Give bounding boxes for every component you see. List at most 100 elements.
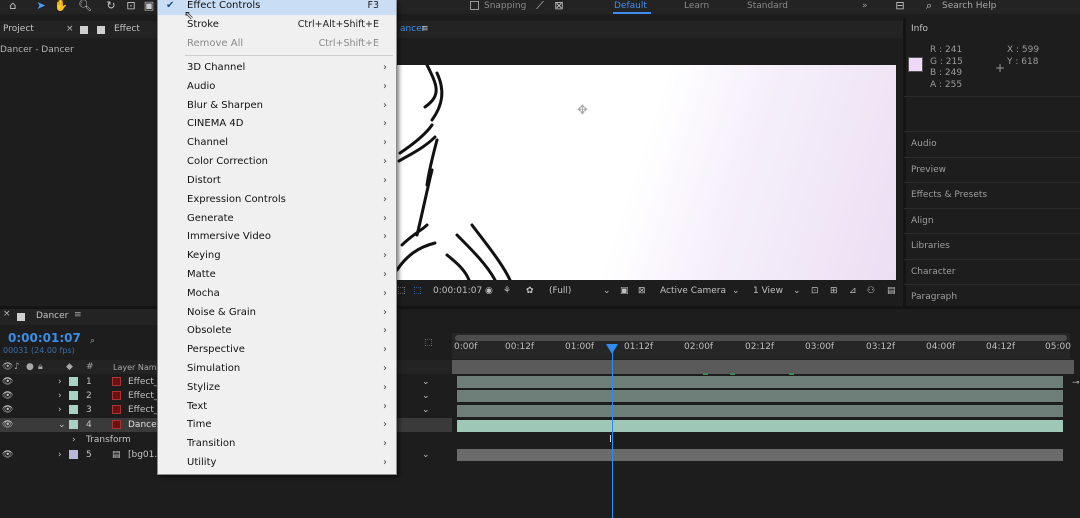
- label-icon[interactable]: ◆: [66, 362, 73, 372]
- workspace-default[interactable]: Default: [614, 0, 647, 12]
- layer-label-color[interactable]: [69, 420, 78, 429]
- selection-tool-icon[interactable]: ➤: [34, 0, 48, 13]
- eye-icon[interactable]: 👁: [2, 418, 13, 432]
- eye-icon[interactable]: 👁: [2, 448, 13, 462]
- keyframe-icon[interactable]: ⊸: [1072, 378, 1080, 388]
- panel-effects-presets[interactable]: Effects & Presets: [911, 190, 987, 200]
- panel-character[interactable]: Character: [911, 267, 955, 277]
- menu-item-channel[interactable]: Channel ›: [158, 133, 396, 152]
- chevron-right-icon[interactable]: ›: [58, 389, 62, 403]
- composition-canvas[interactable]: ✥: [397, 65, 896, 280]
- menu-item-time[interactable]: Time ›: [158, 415, 396, 434]
- menu-item-keying[interactable]: Keying ›: [158, 246, 396, 265]
- layer-bar-selected[interactable]: [457, 420, 1063, 432]
- chevron-right-icon[interactable]: ›: [58, 403, 62, 417]
- layer-bar[interactable]: [457, 390, 1063, 402]
- layer-label-color[interactable]: [69, 391, 78, 400]
- panel-preview[interactable]: Preview: [911, 165, 946, 175]
- menu-item-obsolete[interactable]: Obsolete ›: [158, 321, 396, 340]
- flowchart-icon[interactable]: ⚇: [867, 286, 875, 296]
- chevron-down-icon[interactable]: ⌄: [732, 286, 740, 296]
- panel-libraries[interactable]: Libraries: [911, 241, 950, 251]
- region-icon[interactable]: ⬚: [397, 286, 406, 296]
- workspace-standard[interactable]: Standard: [747, 0, 788, 12]
- work-area-track[interactable]: [452, 360, 1074, 374]
- layer-label-color[interactable]: [69, 450, 78, 459]
- menu-item-perspective[interactable]: Perspective ›: [158, 340, 396, 359]
- menu-item-simulation[interactable]: Simulation ›: [158, 359, 396, 378]
- layer-name-header[interactable]: Layer Name: [113, 363, 161, 372]
- menu-item-remove-all[interactable]: Remove All Ctrl+Shift+E: [158, 34, 396, 53]
- anchor-point-icon[interactable]: ✥: [577, 103, 588, 118]
- panel-paragraph[interactable]: Paragraph: [911, 292, 957, 302]
- search-icon[interactable]: ⌕: [922, 0, 936, 13]
- pan-tool-icon[interactable]: ▣: [142, 0, 156, 13]
- show-snapshot-icon[interactable]: ⚘: [503, 286, 511, 296]
- layer-bar[interactable]: [457, 449, 1063, 461]
- graph-editor-icon[interactable]: ⬚: [424, 338, 433, 348]
- chevron-down-icon[interactable]: ⌄: [422, 389, 430, 403]
- chevron-right-icon[interactable]: ›: [58, 375, 62, 389]
- chevron-down-icon[interactable]: ⌄: [793, 286, 801, 296]
- snap-options-icon[interactable]: ⊠: [552, 0, 566, 13]
- fast-previews-icon[interactable]: ▣: [620, 286, 629, 296]
- snapshot-icon[interactable]: ◉: [485, 286, 493, 296]
- menu-item-audio[interactable]: Audio ›: [158, 77, 396, 96]
- menu-item-cinema-4d[interactable]: CINEMA 4D ›: [158, 114, 396, 133]
- menu-item-blur-sharpen[interactable]: Blur & Sharpen ›: [158, 96, 396, 115]
- solo-icon[interactable]: ●: [26, 362, 34, 372]
- close-icon[interactable]: ×: [3, 309, 11, 319]
- panel-align[interactable]: Align: [911, 216, 934, 226]
- layer-name[interactable]: Dancer: [128, 418, 160, 432]
- chevron-down-icon[interactable]: ⌄: [422, 448, 430, 462]
- layer-bar[interactable]: [457, 376, 1063, 388]
- eye-icon[interactable]: 👁: [2, 375, 13, 389]
- channel-icon[interactable]: ✿: [526, 286, 534, 296]
- menu-item-text[interactable]: Text ›: [158, 397, 396, 416]
- home-icon[interactable]: ⌂: [6, 0, 20, 13]
- lock-icon[interactable]: 🔒︎: [38, 362, 43, 372]
- toggle-transparency-icon[interactable]: ⊠: [638, 286, 646, 296]
- resolution-dropdown[interactable]: (Full): [549, 286, 571, 296]
- layer-name[interactable]: Effect_: [128, 375, 158, 389]
- rotate-tool-icon[interactable]: ↻: [104, 0, 118, 13]
- menu-item-color-correction[interactable]: Color Correction ›: [158, 152, 396, 171]
- panel-menu-icon[interactable]: ≡: [74, 310, 82, 320]
- layer-bar[interactable]: [457, 405, 1063, 417]
- toggle-mask-icon[interactable]: ⊡: [811, 286, 819, 296]
- workspace-icon[interactable]: ⊟: [893, 0, 907, 13]
- playhead-line[interactable]: [612, 346, 613, 518]
- menu-item-expression-controls[interactable]: Expression Controls ›: [158, 190, 396, 209]
- menu-item-immersive-video[interactable]: Immersive Video ›: [158, 227, 396, 246]
- camera-dropdown[interactable]: Active Camera: [660, 286, 726, 296]
- chevron-right-icon[interactable]: ›: [58, 448, 62, 462]
- timeline-icon[interactable]: ▤: [887, 286, 896, 296]
- audio-icon[interactable]: ♪: [14, 362, 20, 372]
- layer-label-color[interactable]: [69, 405, 78, 414]
- menu-item-3d-channel[interactable]: 3D Channel ›: [158, 58, 396, 77]
- timeline-timecode[interactable]: 0:00:01:07: [8, 331, 81, 345]
- workspace-overflow-icon[interactable]: »: [862, 0, 868, 12]
- zoom-tool-icon[interactable]: 🔍︎: [78, 0, 92, 13]
- close-icon[interactable]: ×: [66, 21, 74, 38]
- menu-item-transition[interactable]: Transition ›: [158, 434, 396, 453]
- chevron-down-icon[interactable]: ⌄: [58, 418, 66, 432]
- layer-name[interactable]: [bg01.: [128, 448, 157, 462]
- work-area-bar[interactable]: [455, 335, 1067, 341]
- exposure-icon[interactable]: ⊿: [849, 286, 857, 296]
- chevron-down-icon[interactable]: ⌄: [603, 286, 611, 296]
- chevron-down-icon[interactable]: ⌄: [422, 375, 430, 389]
- layer-label-color[interactable]: [69, 377, 78, 386]
- snapping-icon[interactable]: ⟋: [533, 0, 547, 13]
- reset-exposure-icon[interactable]: ⊞: [830, 286, 838, 296]
- menu-item-matte[interactable]: Matte ›: [158, 265, 396, 284]
- viewer-timecode[interactable]: 0:00:01:07: [433, 286, 482, 296]
- menu-item-generate[interactable]: Generate ›: [158, 209, 396, 228]
- project-tab[interactable]: Project: [3, 24, 34, 34]
- layer-name[interactable]: Effect_: [128, 403, 158, 417]
- camera-tool-icon[interactable]: ⊡: [124, 0, 138, 13]
- menu-item-stylize[interactable]: Stylize ›: [158, 378, 396, 397]
- workspace-learn[interactable]: Learn: [684, 0, 709, 12]
- eye-icon[interactable]: 👁: [2, 389, 13, 403]
- view-layout-dropdown[interactable]: 1 View: [753, 286, 783, 296]
